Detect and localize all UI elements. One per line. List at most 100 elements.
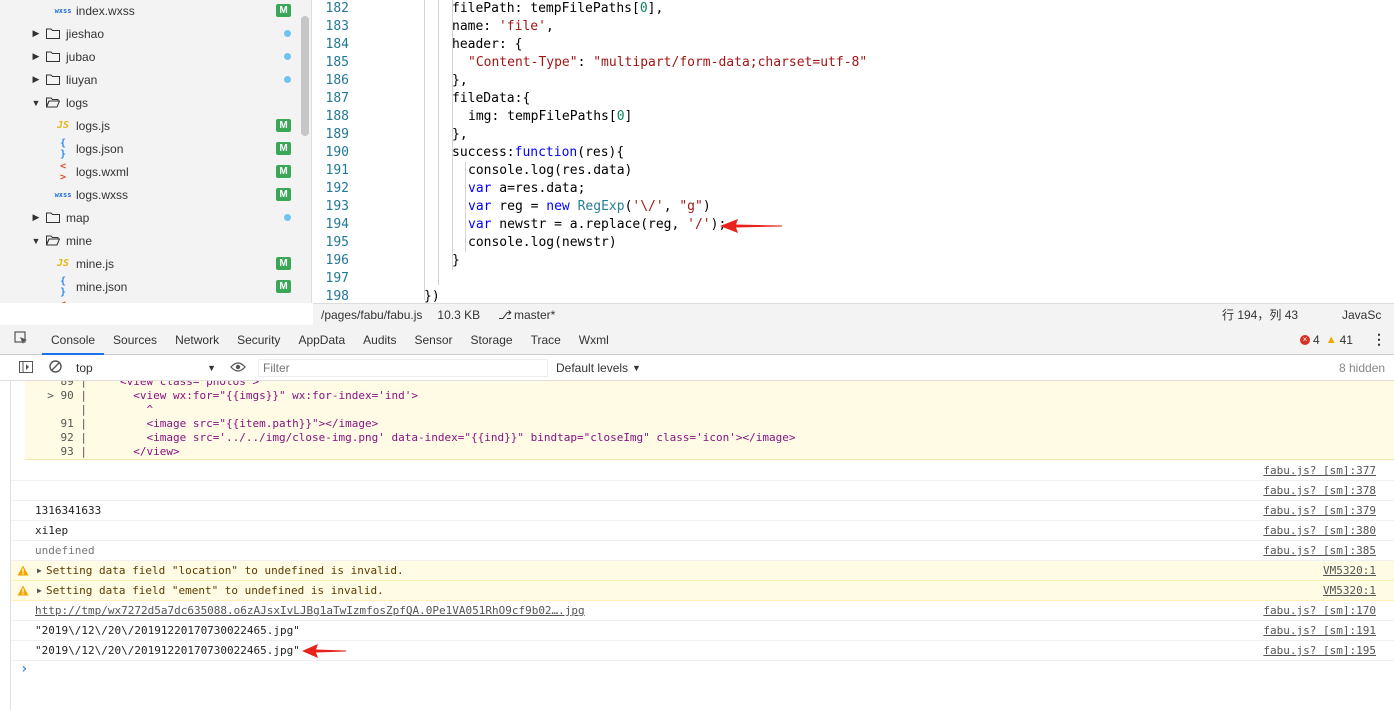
tree-folder-jubao[interactable]: ▶ jubao xyxy=(0,45,300,68)
tree-file-logs.wxml[interactable]: < > logs.wxml xyxy=(0,160,300,183)
tree-file-logs.wxss[interactable]: wxss logs.wxss xyxy=(0,183,300,206)
tab-sensor[interactable]: Sensor xyxy=(406,325,462,355)
tab-console[interactable]: Console xyxy=(42,325,105,355)
js-file-icon: JS xyxy=(56,120,70,131)
console-log-row: fabu.js? [sm]:377 xyxy=(11,461,1394,481)
snippet-code: </view> xyxy=(120,445,180,458)
dropdown-arrow-icon: ▼ xyxy=(207,363,216,373)
folder-open-icon xyxy=(46,97,60,108)
snippet-line-number: 91 | xyxy=(60,417,88,430)
code-line: name: 'file', xyxy=(452,19,554,34)
warning-icon xyxy=(17,565,29,576)
console-message: Setting data field "location" to undefin… xyxy=(46,564,404,577)
changes-dot xyxy=(284,76,291,83)
file-path[interactable]: /pages/fabu/fabu.js xyxy=(321,308,422,322)
tree-item-label: mine.json xyxy=(76,279,128,294)
expand-triangle-icon[interactable]: ▶ xyxy=(37,566,42,575)
tab-storage[interactable]: Storage xyxy=(462,325,522,355)
tab-network[interactable]: Network xyxy=(166,325,228,355)
tree-item-label: mine.js xyxy=(76,256,115,271)
tree-folder-liuyan[interactable]: ▶ liuyan xyxy=(0,68,300,91)
inspect-icon[interactable] xyxy=(0,331,42,348)
tab-appdata[interactable]: AppData xyxy=(289,325,354,355)
snippet-line-number: 92 | xyxy=(60,431,88,444)
source-link[interactable]: VM5320:1 xyxy=(1323,564,1376,577)
tree-file-mine.wxml[interactable]: < > mine.wxml xyxy=(0,298,300,304)
tab-wxml[interactable]: Wxml xyxy=(570,325,618,355)
chevron-down-icon[interactable]: ▼ xyxy=(30,236,42,246)
source-link[interactable]: fabu.js? [sm]:195 xyxy=(1263,644,1376,657)
folder-icon xyxy=(46,212,60,223)
tree-folder-map[interactable]: ▶ map xyxy=(0,206,300,229)
tree-file-mine.json[interactable]: { } mine.json xyxy=(0,275,300,298)
source-link[interactable]: fabu.js? [sm]:385 xyxy=(1263,544,1376,557)
log-levels-select[interactable]: Default levels ▼ xyxy=(556,361,641,375)
devtools-tab-bar: Console Sources Network Security AppData Audi… xyxy=(0,325,1394,355)
line-number: 188 xyxy=(325,109,349,124)
tree-file-logs.json[interactable]: { } logs.json xyxy=(0,137,300,160)
changes-dot xyxy=(284,53,291,60)
source-link[interactable]: fabu.js? [sm]:378 xyxy=(1263,484,1376,497)
line-number: 190 xyxy=(325,145,349,160)
tree-file-logs.js[interactable]: JS logs.js xyxy=(0,114,300,137)
tree-file-mine.js[interactable]: JS mine.js xyxy=(0,252,300,275)
line-number: 192 xyxy=(325,181,349,196)
chevron-down-icon[interactable]: ▼ xyxy=(30,98,42,108)
source-link[interactable]: fabu.js? [sm]:170 xyxy=(1263,604,1376,617)
wxss-file-icon: wxss xyxy=(54,190,72,199)
code-line: header: { xyxy=(452,37,523,52)
source-link[interactable]: fabu.js? [sm]:191 xyxy=(1263,624,1376,637)
more-options-icon[interactable]: ⋮ xyxy=(1372,331,1386,348)
tab-security[interactable]: Security xyxy=(228,325,289,355)
tree-item-label: mine.wxml xyxy=(76,303,300,304)
filter-input[interactable] xyxy=(258,359,548,377)
console-log-row: http://tmp/wx7272d5a7dc635088.o6zAJsxIvL… xyxy=(11,601,1394,621)
expand-triangle-icon[interactable]: ▶ xyxy=(37,586,42,595)
line-number: 191 xyxy=(325,163,349,178)
tree-item-label: logs.js xyxy=(76,118,111,133)
context-select[interactable]: top ▼ xyxy=(76,361,216,375)
tree-item-label: liuyan xyxy=(66,72,98,87)
sidebar-toggle-icon[interactable] xyxy=(19,360,33,376)
cursor-position[interactable]: 行 194，列 43 xyxy=(1222,306,1298,323)
code-line: img: tempFilePaths[0] xyxy=(468,109,633,124)
line-number: 185 xyxy=(325,55,349,70)
chevron-right-icon[interactable]: ▶ xyxy=(30,74,42,85)
snippet-code: ^ xyxy=(120,403,154,416)
issue-counters[interactable]: × 4 ▲ 41 xyxy=(1300,333,1353,347)
hidden-count: 8 hidden xyxy=(1339,361,1386,375)
code-line: } xyxy=(452,253,460,268)
snippet-code: <image src='../../img/close-img.png' dat… xyxy=(120,431,796,444)
line-number: 186 xyxy=(325,73,349,88)
tree-folder-logs[interactable]: ▼ logs xyxy=(0,91,300,114)
line-number: 183 xyxy=(325,19,349,34)
tree-folder-mine[interactable]: ▼ mine xyxy=(0,229,300,252)
eye-icon[interactable] xyxy=(230,361,246,375)
source-link[interactable]: VM5320:1 xyxy=(1323,584,1376,597)
folder-icon xyxy=(46,28,60,39)
tree-file-index.wxss[interactable]: wxss index.wxss xyxy=(0,0,300,22)
folder-open-icon xyxy=(46,235,60,246)
tab-audits[interactable]: Audits xyxy=(354,325,405,355)
source-link[interactable]: fabu.js? [sm]:379 xyxy=(1263,504,1376,517)
source-link[interactable]: fabu.js? [sm]:377 xyxy=(1263,464,1376,477)
snippet-line: 89 | <view class="photos"> xyxy=(25,381,1394,389)
tab-trace[interactable]: Trace xyxy=(522,325,570,355)
line-number: 196 xyxy=(325,253,349,268)
tree-scrollbar[interactable] xyxy=(301,16,309,136)
tab-sources[interactable]: Sources xyxy=(104,325,166,355)
chevron-right-icon[interactable]: ▶ xyxy=(30,51,42,62)
code-line: filePath: tempFilePaths[0], xyxy=(452,1,664,16)
console-prompt[interactable]: › xyxy=(20,661,28,677)
modified-badge: M xyxy=(276,119,291,132)
clear-console-icon[interactable] xyxy=(49,360,62,376)
tree-folder-jieshao[interactable]: ▶ jieshao xyxy=(0,22,300,45)
console-url-link[interactable]: http://tmp/wx7272d5a7dc635088.o6zAJsxIvL… xyxy=(35,604,585,617)
language-mode[interactable]: JavaSc xyxy=(1342,308,1381,322)
code-line: }, xyxy=(452,127,468,142)
chevron-right-icon[interactable]: ▶ xyxy=(30,28,42,39)
code-editor[interactable]: 182 filePath: tempFilePaths[0], 183 name: '… xyxy=(313,0,1394,303)
git-branch[interactable]: master* xyxy=(514,308,555,322)
chevron-right-icon[interactable]: ▶ xyxy=(30,212,42,223)
source-link[interactable]: fabu.js? [sm]:380 xyxy=(1263,524,1376,537)
